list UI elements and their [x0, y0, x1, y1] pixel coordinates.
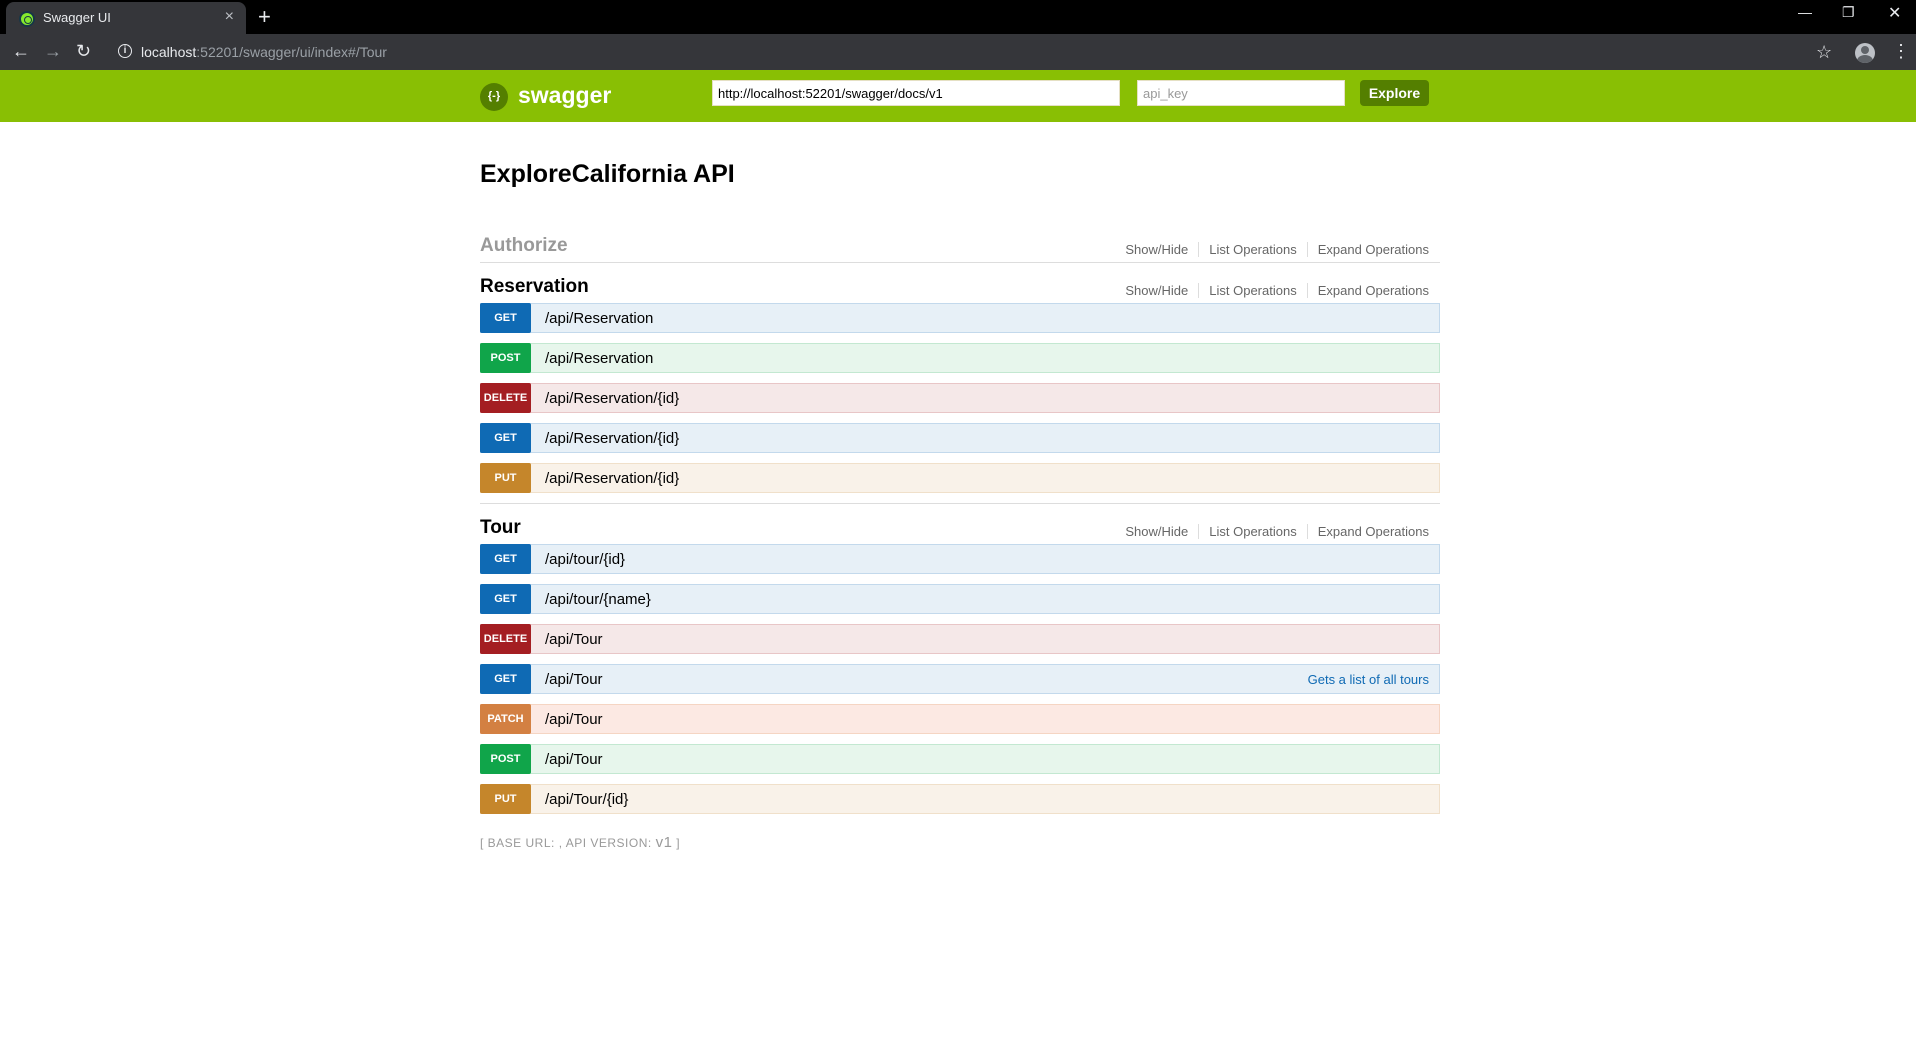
operation-path[interactable]: /api/tour/{name}	[545, 591, 651, 608]
method-badge[interactable]: GET	[480, 544, 531, 574]
url-host: localhost	[141, 44, 197, 60]
operation-path[interactable]: /api/tour/{id}	[545, 551, 625, 568]
api-footer: [ BASE URL: , API VERSION: v1 ]	[480, 834, 680, 851]
swagger-logo-icon[interactable]: {-}	[480, 83, 508, 111]
tab-close-icon[interactable]: ×	[225, 8, 234, 26]
tab-title: Swagger UI	[43, 10, 111, 25]
explore-button[interactable]: Explore	[1360, 80, 1429, 106]
show-hide-link[interactable]: Show/Hide	[1115, 242, 1200, 257]
operation-get-reservation[interactable]: GET /api/Reservation	[480, 303, 1440, 333]
minimize-icon[interactable]: —	[1798, 4, 1812, 20]
operation-get-tour[interactable]: GET /api/Tour Gets a list of all tours	[480, 664, 1440, 694]
method-badge[interactable]: POST	[480, 343, 531, 373]
spec-url-input[interactable]	[712, 80, 1120, 106]
operation-get-tour-name[interactable]: GET /api/tour/{name}	[480, 584, 1440, 614]
operation-post-reservation[interactable]: POST /api/Reservation	[480, 343, 1440, 373]
swagger-favicon-icon	[19, 11, 35, 27]
resource-heading: Tour Show/Hide List Operations Expand Oper…	[480, 508, 1440, 548]
forward-icon[interactable]: →	[44, 41, 62, 62]
expand-operations-link[interactable]: Expand Operations	[1308, 524, 1429, 539]
expand-operations-link[interactable]: Expand Operations	[1308, 242, 1429, 257]
show-hide-link[interactable]: Show/Hide	[1115, 283, 1200, 298]
operation-path[interactable]: /api/Tour	[545, 751, 603, 768]
bookmark-star-icon[interactable]: ☆	[1816, 42, 1832, 63]
operation-patch-tour[interactable]: PATCH /api/Tour	[480, 704, 1440, 734]
method-badge[interactable]: GET	[480, 423, 531, 453]
resource-tour: Tour Show/Hide List Operations Expand Oper…	[480, 508, 1440, 548]
swagger-header: {-} swagger Explore	[0, 70, 1916, 122]
method-badge[interactable]: DELETE	[480, 383, 531, 413]
list-operations-link[interactable]: List Operations	[1199, 242, 1308, 257]
operation-path[interactable]: /api/Reservation	[545, 310, 653, 327]
footer-suffix: ]	[672, 836, 681, 850]
method-badge[interactable]: GET	[480, 584, 531, 614]
resource-heading: Authorize Show/Hide List Operations Expand…	[480, 226, 1440, 266]
profile-icon[interactable]	[1855, 43, 1875, 63]
resource-actions: Show/Hide List Operations Expand Operation…	[1115, 283, 1429, 298]
back-icon[interactable]: ←	[12, 41, 30, 62]
operation-put-tour-id[interactable]: PUT /api/Tour/{id}	[480, 784, 1440, 814]
resource-actions: Show/Hide List Operations Expand Operation…	[1115, 242, 1429, 257]
operation-path[interactable]: /api/Reservation	[545, 350, 653, 367]
resource-divider	[480, 503, 1440, 504]
footer-version: v1	[655, 834, 673, 851]
address-url[interactable]: localhost:52201/swagger/ui/index#/Tour	[141, 44, 387, 60]
operation-path[interactable]: /api/Tour/{id}	[545, 791, 628, 808]
operation-get-reservation-id[interactable]: GET /api/Reservation/{id}	[480, 423, 1440, 453]
operation-path[interactable]: /api/Tour	[545, 711, 603, 728]
expand-operations-link[interactable]: Expand Operations	[1308, 283, 1429, 298]
browser-tabstrip: Swagger UI × + — ❐ ✕	[0, 0, 1916, 34]
show-hide-link[interactable]: Show/Hide	[1115, 524, 1200, 539]
operation-get-tour-id[interactable]: GET /api/tour/{id}	[480, 544, 1440, 574]
resource-name[interactable]: Tour	[480, 517, 521, 539]
resource-reservation: Reservation Show/Hide List Operations Expa…	[480, 267, 1440, 307]
list-operations-link[interactable]: List Operations	[1199, 524, 1308, 539]
footer-base-url: [ BASE URL: , API VERSION:	[480, 836, 656, 850]
method-badge[interactable]: DELETE	[480, 624, 531, 654]
url-path: :52201/swagger/ui/index#/Tour	[196, 44, 387, 60]
operation-path[interactable]: /api/Reservation/{id}	[545, 470, 679, 487]
resource-name[interactable]: Authorize	[480, 235, 568, 257]
api-title: ExploreCalifornia API	[480, 160, 735, 188]
resource-actions: Show/Hide List Operations Expand Operation…	[1115, 524, 1429, 539]
swagger-brand[interactable]: swagger	[518, 82, 611, 109]
method-badge[interactable]: GET	[480, 303, 531, 333]
resource-authorize: Authorize Show/Hide List Operations Expand…	[480, 226, 1440, 266]
method-badge[interactable]: GET	[480, 664, 531, 694]
operation-delete-tour[interactable]: DELETE /api/Tour	[480, 624, 1440, 654]
operation-path[interactable]: /api/Reservation/{id}	[545, 390, 679, 407]
new-tab-button[interactable]: +	[258, 4, 271, 30]
api-key-input[interactable]	[1137, 80, 1345, 106]
method-badge[interactable]: PUT	[480, 463, 531, 493]
reload-icon[interactable]: ↻	[76, 41, 91, 62]
operation-post-tour[interactable]: POST /api/Tour	[480, 744, 1440, 774]
browser-toolbar: ← → ↻ i localhost:52201/swagger/ui/index…	[0, 34, 1916, 70]
operation-path[interactable]: /api/Reservation/{id}	[545, 430, 679, 447]
browser-tab[interactable]: Swagger UI ×	[6, 2, 246, 34]
operation-path[interactable]: /api/Tour	[545, 671, 603, 688]
resource-name[interactable]: Reservation	[480, 276, 589, 298]
operation-path[interactable]: /api/Tour	[545, 631, 603, 648]
operation-delete-reservation-id[interactable]: DELETE /api/Reservation/{id}	[480, 383, 1440, 413]
resource-divider	[480, 262, 1440, 263]
address-bar[interactable]: i localhost:52201/swagger/ui/index#/Tour	[112, 39, 1812, 65]
operation-summary[interactable]: Gets a list of all tours	[1308, 672, 1429, 687]
browser-menu-icon[interactable]: ⋮	[1892, 42, 1910, 60]
method-badge[interactable]: PATCH	[480, 704, 531, 734]
resource-heading: Reservation Show/Hide List Operations Expa…	[480, 267, 1440, 307]
method-badge[interactable]: POST	[480, 744, 531, 774]
info-icon[interactable]: i	[118, 44, 132, 58]
close-window-icon[interactable]: ✕	[1888, 3, 1901, 23]
operation-put-reservation-id[interactable]: PUT /api/Reservation/{id}	[480, 463, 1440, 493]
list-operations-link[interactable]: List Operations	[1199, 283, 1308, 298]
restore-icon[interactable]: ❐	[1842, 4, 1855, 21]
method-badge[interactable]: PUT	[480, 784, 531, 814]
